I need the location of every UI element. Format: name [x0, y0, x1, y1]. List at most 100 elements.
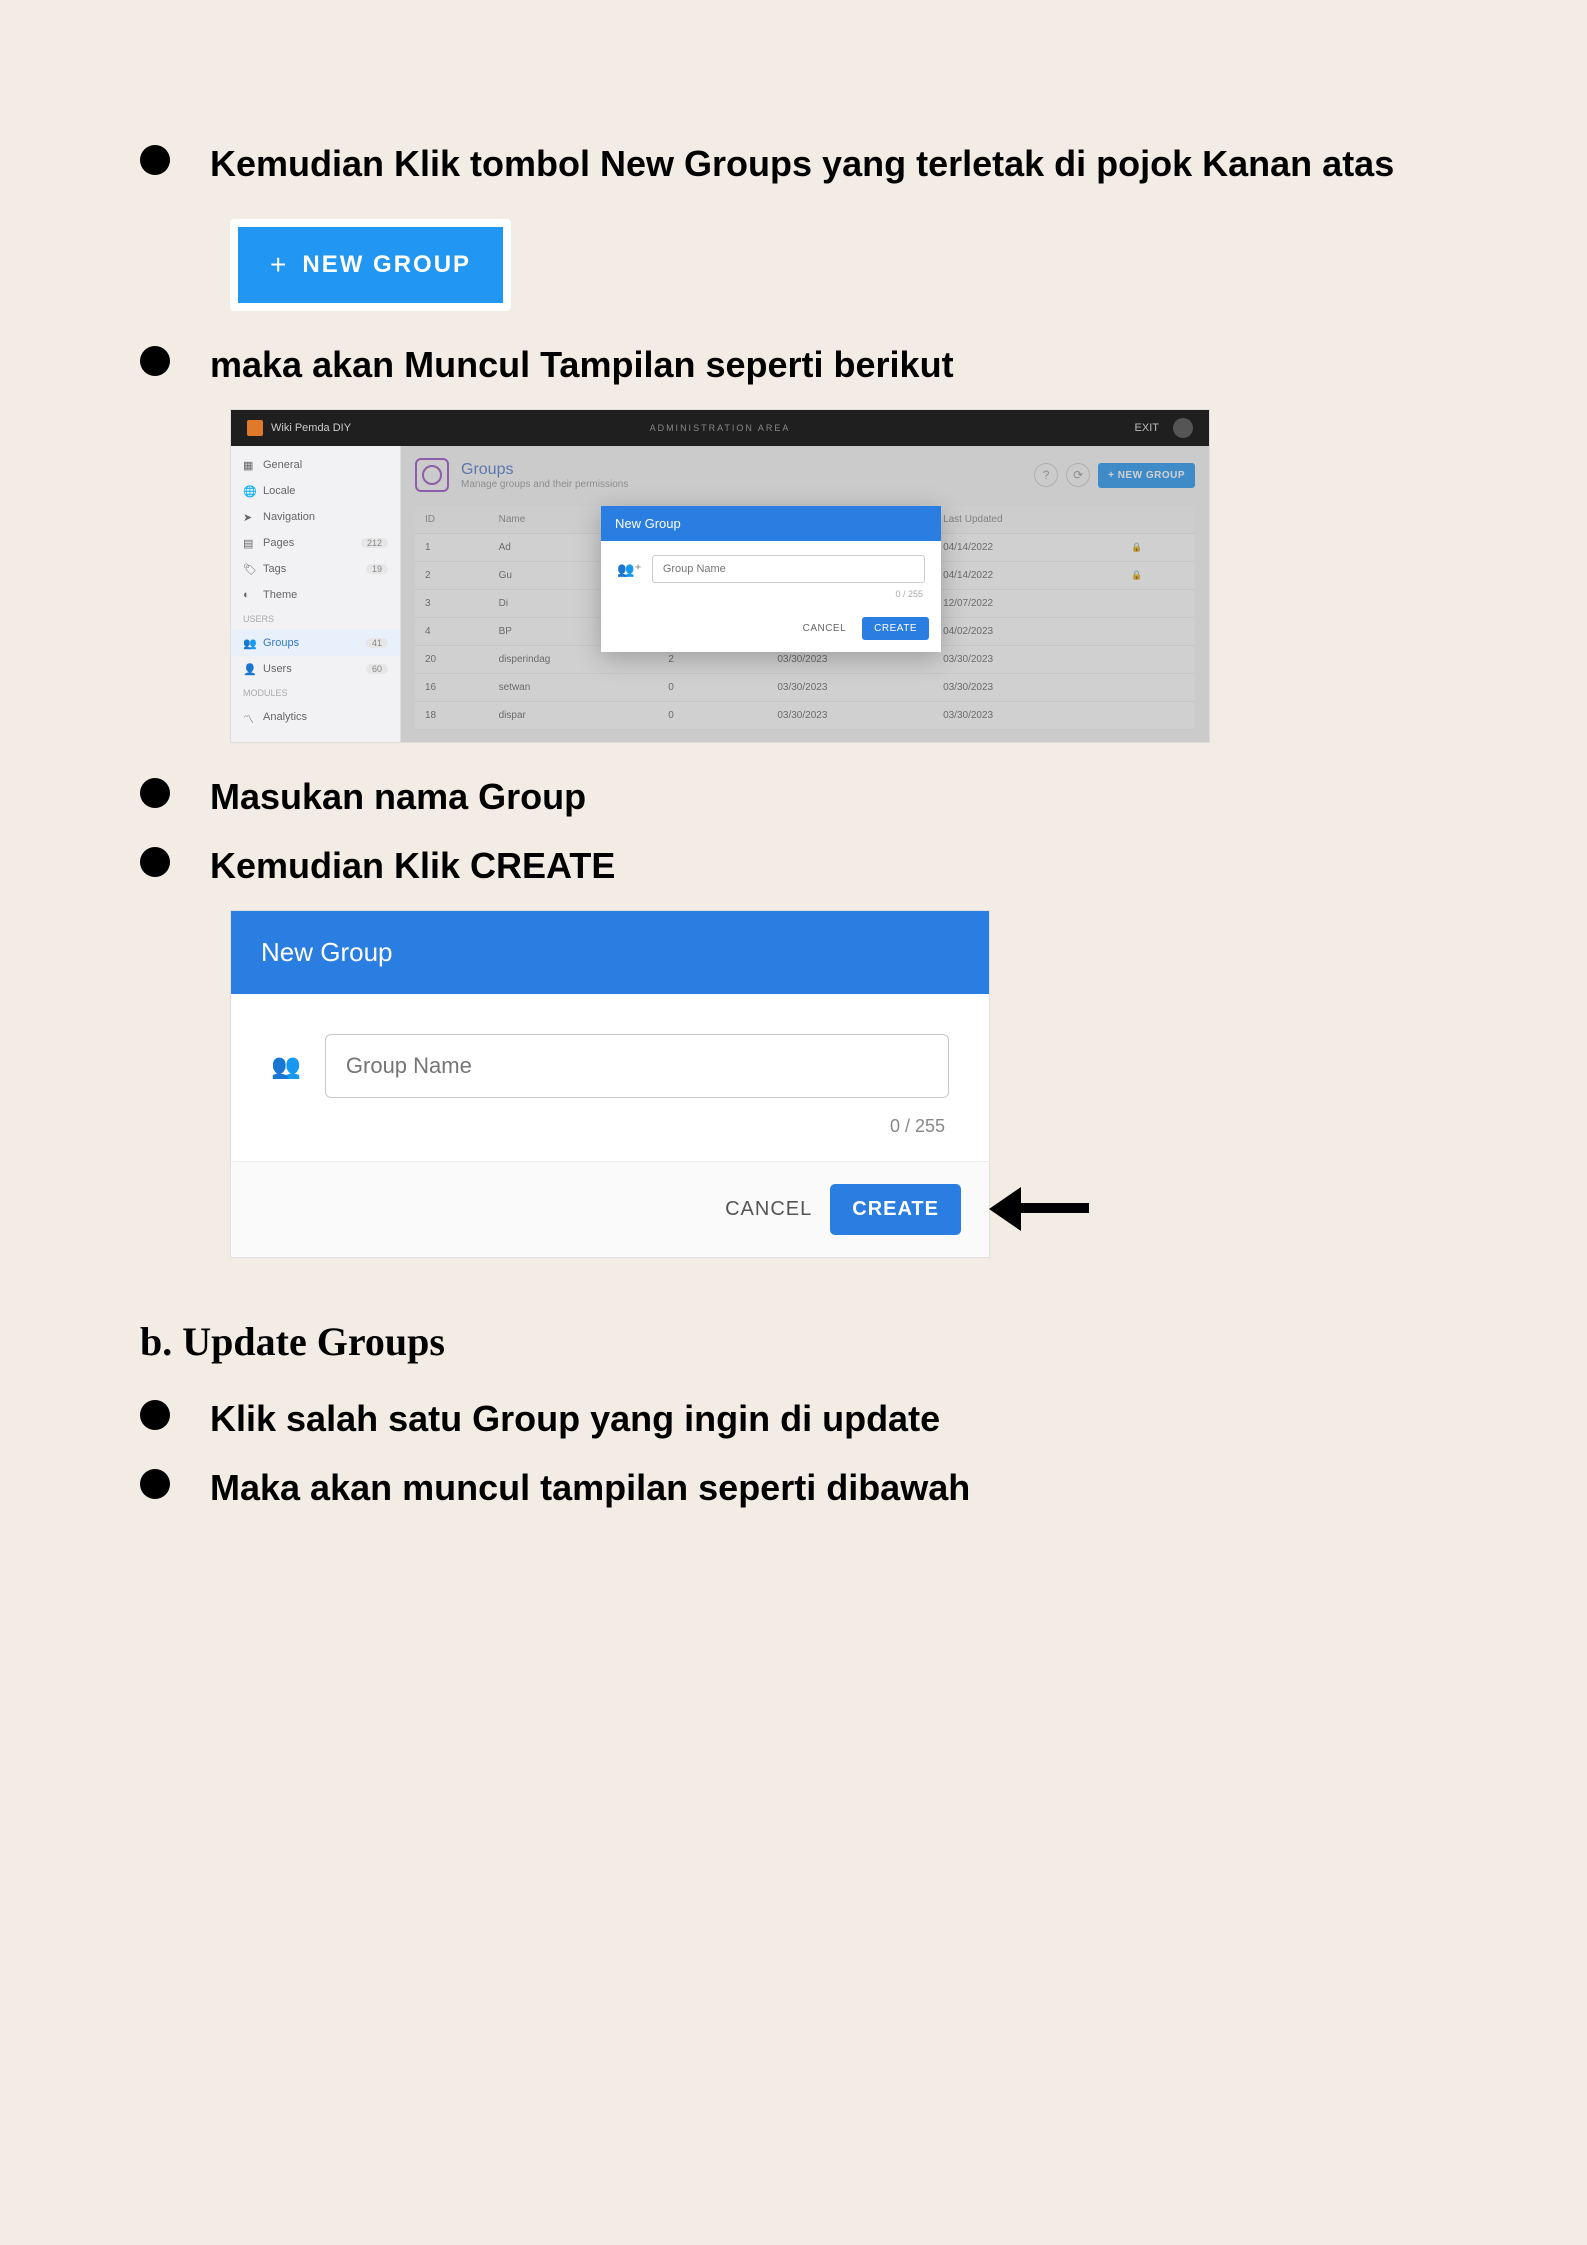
sidebar-item-general[interactable]: ▦General	[231, 452, 400, 478]
char-counter: 0 / 255	[231, 1108, 989, 1161]
group-name-input-small[interactable]	[652, 555, 925, 583]
main-title: Groups	[461, 461, 628, 479]
cell-id: 18	[415, 702, 489, 730]
cell-created: 03/30/2023	[767, 702, 933, 730]
bullet-dot	[140, 1469, 170, 1499]
pointing-arrow-icon	[989, 1181, 1099, 1231]
lock-icon	[1131, 570, 1142, 581]
refresh-button[interactable]: ⟳	[1066, 463, 1090, 487]
sidebar-item-navigation[interactable]: ➤Navigation	[231, 504, 400, 530]
cell-name: dispar	[489, 702, 659, 730]
table-row[interactable]: 18dispar003/30/202303/30/2023	[415, 702, 1195, 730]
sidebar-item-analytics[interactable]: 〽Analytics	[231, 704, 400, 730]
bullet-item: Kemudian Klik CREATE	[140, 842, 1447, 891]
create-button[interactable]: CREATE	[830, 1184, 961, 1235]
bullet-dot	[140, 778, 170, 808]
cell-lock	[1121, 674, 1195, 702]
appbar-center-label: ADMINISTRATION AREA	[231, 423, 1209, 433]
cell-lock	[1121, 646, 1195, 674]
cell-lock	[1121, 562, 1195, 590]
cell-lock	[1121, 590, 1195, 618]
cancel-button-small[interactable]: CANCEL	[793, 617, 857, 640]
sidebar-item-tags[interactable]: 🏷Tags19	[231, 556, 400, 582]
bullet-text-3: Masukan nama Group	[210, 773, 586, 822]
bullet-item: Kemudian Klik tombol New Groups yang ter…	[140, 140, 1447, 189]
bullet-dot	[140, 847, 170, 877]
groups-header-icon	[415, 458, 449, 492]
cell-last-updated: 04/14/2022	[933, 534, 1121, 562]
cell-last-updated: 03/30/2023	[933, 702, 1121, 730]
dashboard-icon: ▦	[243, 459, 255, 471]
group-add-icon: 👥	[271, 1052, 301, 1081]
cell-users: 0	[658, 702, 767, 730]
bullet-text-4: Kemudian Klik CREATE	[210, 842, 615, 891]
char-counter-small: 0 / 255	[601, 587, 941, 609]
bullet-dot	[140, 346, 170, 376]
plus-icon: +	[270, 249, 288, 281]
sidebar-item-locale[interactable]: 🌐Locale	[231, 478, 400, 504]
new-group-button-example[interactable]: + NEW GROUP	[230, 219, 511, 311]
cell-users: 0	[658, 674, 767, 702]
cell-last-updated: 04/02/2023	[933, 618, 1121, 646]
modal-title: New Group	[601, 506, 941, 541]
groups-icon: 👥	[243, 637, 255, 649]
pages-icon: ▤	[243, 537, 255, 549]
main-subtitle: Manage groups and their permissions	[461, 479, 628, 490]
admin-topbar: Wiki Pemda DIY ADMINISTRATION AREA EXIT	[231, 410, 1209, 446]
cell-last-updated: 04/14/2022	[933, 562, 1121, 590]
create-button-small[interactable]: CREATE	[862, 617, 929, 640]
col-id: ID	[415, 506, 489, 534]
groups-count-badge: 41	[366, 638, 388, 648]
appbar-title: Wiki Pemda DIY	[271, 422, 351, 434]
cell-lock	[1121, 702, 1195, 730]
pages-count-badge: 212	[361, 538, 388, 548]
sidebar-item-groups[interactable]: 👥Groups41	[231, 630, 400, 656]
cell-last-updated: 03/30/2023	[933, 646, 1121, 674]
cell-id: 3	[415, 590, 489, 618]
cell-last-updated: 03/30/2023	[933, 674, 1121, 702]
new-group-modal-small: New Group 👥⁺ 0 / 255 CANCEL CREATE	[601, 506, 941, 652]
cancel-button[interactable]: CANCEL	[725, 1198, 812, 1221]
compass-icon: ➤	[243, 511, 255, 523]
cell-created: 03/30/2023	[767, 674, 933, 702]
cell-id: 16	[415, 674, 489, 702]
help-button[interactable]: ?	[1034, 463, 1058, 487]
avatar-icon[interactable]	[1173, 418, 1193, 438]
sidebar-item-theme[interactable]: ◐Theme	[231, 582, 400, 608]
bullet-item: Maka akan muncul tampilan seperti dibawa…	[140, 1464, 1447, 1513]
admin-sidebar: ▦General 🌐Locale ➤Navigation ▤Pages212 🏷…	[231, 446, 401, 742]
lock-icon	[1131, 542, 1142, 553]
cell-name: setwan	[489, 674, 659, 702]
bullet-text-6: Maka akan muncul tampilan seperti dibawa…	[210, 1464, 970, 1513]
user-icon: 👤	[243, 663, 255, 675]
section-b-heading: b. Update Groups	[140, 1318, 1447, 1365]
bullet-item: Masukan nama Group	[140, 773, 1447, 822]
cell-id: 20	[415, 646, 489, 674]
bullet-dot	[140, 145, 170, 175]
tags-count-badge: 19	[366, 564, 388, 574]
new-group-button-label: NEW GROUP	[302, 251, 471, 279]
cell-id: 2	[415, 562, 489, 590]
sidebar-section-modules: Modules	[231, 682, 400, 704]
admin-dashboard-screenshot: Wiki Pemda DIY ADMINISTRATION AREA EXIT …	[230, 409, 1210, 743]
exit-button-label[interactable]: EXIT	[1135, 422, 1159, 434]
cell-lock	[1121, 618, 1195, 646]
new-group-button-small[interactable]: + NEW GROUP	[1098, 463, 1195, 488]
analytics-icon: 〽	[243, 711, 255, 723]
globe-icon: 🌐	[243, 485, 255, 497]
cell-id: 1	[415, 534, 489, 562]
table-row[interactable]: 16setwan003/30/202303/30/2023	[415, 674, 1195, 702]
admin-main: Groups Manage groups and their permissio…	[401, 446, 1209, 742]
cell-lock	[1121, 534, 1195, 562]
bullet-item: maka akan Muncul Tampilan seperti beriku…	[140, 341, 1447, 390]
sidebar-section-users: Users	[231, 608, 400, 630]
users-count-badge: 60	[366, 664, 388, 674]
group-name-input[interactable]	[325, 1034, 949, 1098]
sidebar-item-users[interactable]: 👤Users60	[231, 656, 400, 682]
sidebar-item-pages[interactable]: ▤Pages212	[231, 530, 400, 556]
col-last-updated: Last Updated	[933, 506, 1121, 534]
bullet-dot	[140, 1400, 170, 1430]
bullet-item: Klik salah satu Group yang ingin di upda…	[140, 1395, 1447, 1444]
bullet-text-2: maka akan Muncul Tampilan seperti beriku…	[210, 341, 954, 390]
cell-id: 4	[415, 618, 489, 646]
